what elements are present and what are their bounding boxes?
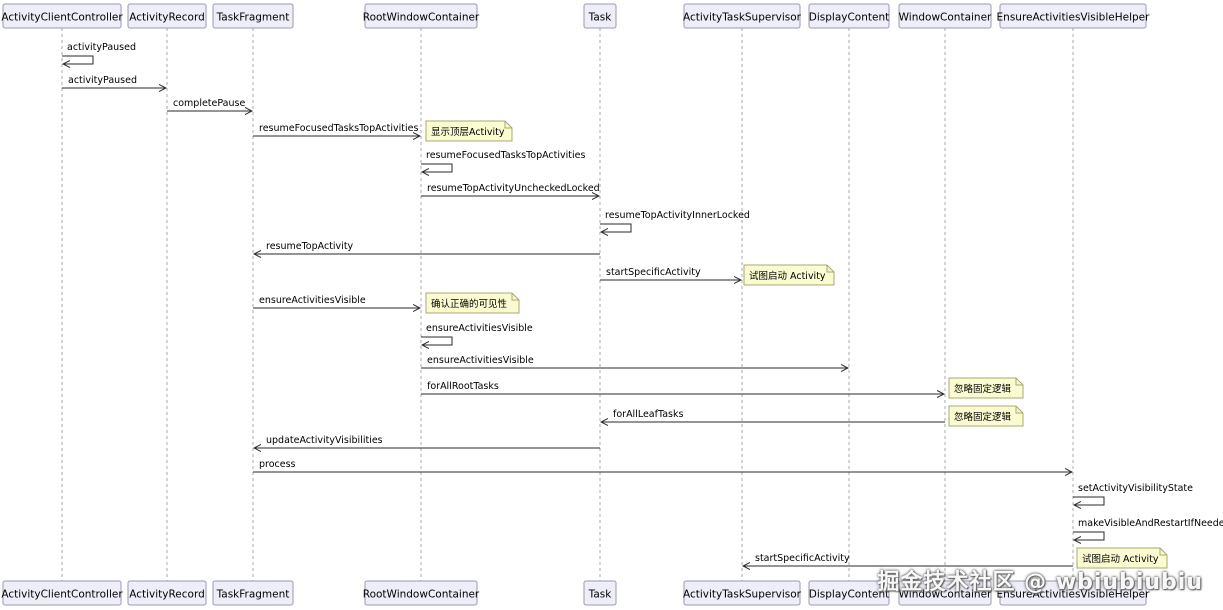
note: 忽略固定逻辑 (948, 377, 1024, 399)
participant-top-window-container: WindowContainer (898, 3, 992, 29)
message-complete-pause: completePause (167, 98, 252, 111)
message-ensure-activities-visible: ensureActivitiesVisible (421, 323, 533, 345)
participant-top-task: Task (583, 3, 617, 29)
messages: activityPaused activityPaused completePaus… (62, 42, 1223, 566)
participant-top-activity-task-supervisor: ActivityTaskSupervisor (683, 3, 802, 29)
message-resume-top-activity-unchecked-locked: resumeTopActivityUncheckedLocked (421, 183, 600, 196)
message-update-activity-visibilities: updateActivityVisibilities (254, 435, 600, 448)
message-label: setActivityVisibilityState (1078, 483, 1193, 494)
participant-label: RootWindowContainer (363, 589, 480, 601)
message-label: updateActivityVisibilities (266, 435, 383, 446)
participant-top-ensure-activities-visible-helper: EnsureActivitiesVisibleHelper (997, 3, 1151, 29)
note-text: 忽略固定逻辑 (954, 411, 1012, 423)
message-for-all-root-tasks: forAllRootTasks (421, 381, 944, 394)
participant-top-activity-record: ActivityRecord (127, 3, 207, 29)
message-ensure-activities-visible: ensureActivitiesVisible (421, 355, 848, 368)
note: 忽略固定逻辑 (948, 405, 1024, 427)
message-label: makeVisibleAndRestartIfNeeded (1078, 518, 1223, 529)
participant-label: Task (588, 12, 613, 24)
message-label: resumeTopActivityUncheckedLocked (427, 183, 600, 194)
participant-top-root-window-container: RootWindowContainer (363, 3, 480, 29)
self-message-arrow (421, 336, 453, 345)
message-for-all-leaf-tasks: forAllLeafTasks (601, 409, 945, 422)
message-resume-top-activity-inner-locked: resumeTopActivityInnerLocked (600, 210, 750, 232)
message-label: startSpecificActivity (755, 553, 850, 564)
participant-top-activity-client-controller: ActivityClientController (1, 3, 123, 29)
message-label: forAllRootTasks (427, 381, 499, 392)
message-label: process (259, 459, 296, 470)
message-resume-focused-tasks-top-activities: resumeFocusedTasksTopActivities (421, 150, 585, 172)
note: 确认正确的可见性 (425, 292, 520, 314)
participant-label: EnsureActivitiesVisibleHelper (997, 12, 1151, 24)
message-resume-focused-tasks-top-activities: resumeFocusedTasksTopActivities (253, 123, 420, 136)
note-text: 确认正确的可见性 (431, 298, 508, 310)
participant-label: DisplayContent (809, 12, 889, 24)
self-message-arrow (62, 55, 94, 64)
participant-label: Task (588, 589, 613, 601)
note-text: 显示顶层Activity (431, 127, 505, 138)
message-label: resumeFocusedTasksTopActivities (426, 150, 585, 161)
message-ensure-activities-visible: ensureActivitiesVisible (253, 295, 420, 308)
message-label: startSpecificActivity (606, 267, 701, 278)
message-label: ensureActivitiesVisible (426, 323, 533, 334)
self-message-arrow (421, 163, 453, 172)
self-message-arrow (1073, 496, 1105, 505)
participant-top-task-fragment: TaskFragment (212, 3, 294, 29)
message-label: ensureActivitiesVisible (427, 355, 534, 366)
note: 显示顶层Activity (425, 120, 513, 142)
message-label: forAllLeafTasks (613, 409, 683, 420)
participant-label: ActivityRecord (129, 589, 205, 601)
message-set-activity-visibility-state: setActivityVisibilityState (1073, 483, 1193, 505)
message-start-specific-activity: startSpecificActivity (600, 267, 741, 280)
participant-label: RootWindowContainer (363, 12, 480, 24)
participant-top-display-content: DisplayContent (808, 3, 890, 29)
message-resume-top-activity: resumeTopActivity (254, 241, 600, 254)
message-activity-paused: activityPaused (62, 42, 136, 64)
message-make-visible-and-restart-if-needed: makeVisibleAndRestartIfNeeded (1073, 518, 1223, 540)
message-label: ensureActivitiesVisible (259, 295, 366, 306)
message-label: activityPaused (67, 42, 136, 53)
participant-bottom-root-window-container: RootWindowContainer (363, 580, 480, 606)
message-process: process (253, 459, 1072, 472)
participant-label: WindowContainer (899, 12, 992, 24)
message-activity-paused: activityPaused (62, 75, 166, 88)
participant-bottom-activity-client-controller: ActivityClientController (1, 580, 123, 606)
message-label: resumeTopActivity (266, 241, 354, 252)
message-label: activityPaused (68, 75, 137, 86)
participant-label: ActivityTaskSupervisor (683, 12, 802, 24)
participant-label: ActivityRecord (129, 12, 205, 24)
participant-label: ActivityTaskSupervisor (683, 589, 802, 601)
sequence-diagram: ActivityClientController ActivityRecord Ta… (1, 3, 1223, 606)
sequence-diagram-canvas: ActivityClientController ActivityRecord Ta… (0, 0, 1223, 610)
note-text: 忽略固定逻辑 (954, 383, 1012, 395)
watermark: 掘金技术社区 @ wbiubiubiu (877, 570, 1203, 595)
participant-label: TaskFragment (216, 12, 290, 24)
note: 试图启动 Activity (743, 264, 835, 286)
note-text: 试图启动 Activity (749, 270, 826, 282)
participant-label: ActivityClientController (1, 12, 123, 24)
participant-label: TaskFragment (216, 589, 290, 601)
message-label: resumeTopActivityInnerLocked (605, 210, 750, 221)
self-message-arrow (600, 223, 632, 232)
participant-bottom-task-fragment: TaskFragment (212, 580, 294, 606)
message-label: completePause (173, 98, 245, 109)
message-label: resumeFocusedTasksTopActivities (259, 123, 418, 134)
participant-bottom-task: Task (583, 580, 617, 606)
participant-bottom-activity-task-supervisor: ActivityTaskSupervisor (683, 580, 802, 606)
participant-label: ActivityClientController (1, 589, 123, 601)
participant-header-row: ActivityClientController ActivityRecord Ta… (1, 3, 1151, 29)
self-message-arrow (1073, 531, 1105, 540)
participant-bottom-activity-record: ActivityRecord (127, 580, 207, 606)
